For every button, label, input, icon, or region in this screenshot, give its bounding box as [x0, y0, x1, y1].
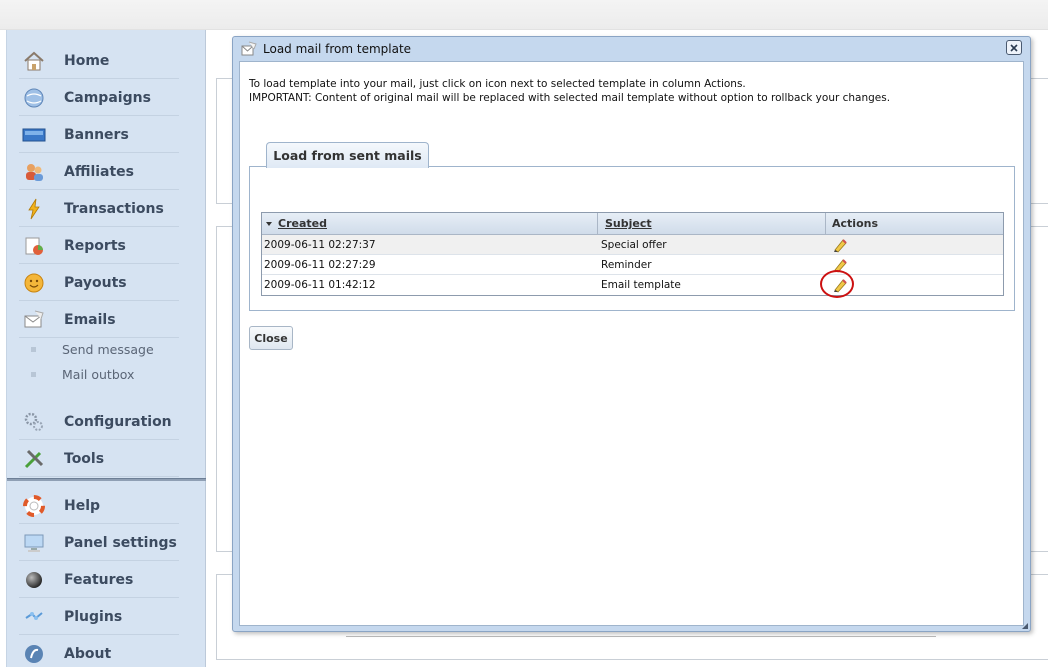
sidebar-item-reports[interactable]: Reports	[19, 228, 179, 264]
sidebar-item-campaigns[interactable]: Campaigns	[19, 80, 179, 116]
sidebar-item-label: Features	[64, 571, 134, 588]
tab-load-from-sent-mails[interactable]: Load from sent mails	[266, 142, 429, 168]
column-header-created[interactable]: Created	[262, 213, 598, 234]
column-header-subject[interactable]: Subject	[598, 213, 826, 234]
load-template-dialog: Load mail from template To load template…	[232, 36, 1031, 632]
cell-subject: Email template	[601, 279, 681, 291]
sidebar-item-configuration[interactable]: Configuration	[19, 404, 179, 440]
column-header-actions: Actions	[832, 217, 878, 230]
reports-icon	[22, 234, 46, 258]
sort-desc-icon	[266, 221, 272, 226]
bullet-icon	[31, 371, 36, 377]
sidebar-item-label: Help	[64, 497, 101, 514]
resize-grip-icon[interactable]	[1022, 623, 1028, 629]
globe-icon	[22, 86, 46, 110]
sidebar: Home Campaigns Banners Affiliates Transa…	[6, 30, 206, 667]
sidebar-item-panel-settings[interactable]: Panel settings	[19, 525, 179, 561]
sidebar-separator	[7, 478, 206, 481]
sidebar-item-label: Reports	[64, 237, 126, 254]
sidebar-item-plugins[interactable]: Plugins	[19, 599, 179, 635]
cell-subject: Reminder	[601, 259, 652, 271]
dialog-close-button[interactable]	[1006, 40, 1022, 55]
dialog-header: Load mail from template	[233, 37, 1030, 60]
edit-template-icon[interactable]	[832, 237, 848, 253]
tab-panel: Created Subject Actions 2009-06-11 02:27…	[249, 166, 1015, 311]
about-icon	[22, 642, 46, 666]
sidebar-item-label: Plugins	[64, 608, 123, 625]
bullet-icon	[31, 346, 36, 352]
banner-icon	[22, 123, 46, 147]
background-divider	[346, 636, 936, 637]
plugin-icon	[22, 605, 46, 629]
cell-created: 2009-06-11 02:27:29	[264, 259, 376, 271]
cell-created: 2009-06-11 01:42:12	[264, 279, 376, 291]
lightning-icon	[22, 197, 46, 221]
sidebar-item-label: Home	[64, 52, 110, 69]
sidebar-item-label: About	[64, 646, 112, 662]
envelope-icon	[22, 308, 46, 332]
dialog-title: Load mail from template	[263, 41, 412, 56]
sidebar-item-home[interactable]: Home	[19, 43, 179, 79]
coin-icon	[22, 271, 46, 295]
dialog-body: To load template into your mail, just cl…	[239, 61, 1024, 626]
sidebar-item-label: Campaigns	[64, 89, 151, 106]
monitor-icon	[22, 531, 46, 555]
lifebuoy-icon	[22, 494, 46, 518]
important-text: IMPORTANT: Content of original mail will…	[249, 92, 891, 104]
top-bar	[0, 0, 1048, 30]
sidebar-item-payouts[interactable]: Payouts	[19, 265, 179, 301]
sidebar-item-label: Transactions	[64, 200, 164, 217]
sphere-icon	[22, 568, 46, 592]
sidebar-item-transactions[interactable]: Transactions	[19, 191, 179, 227]
table-row: 2009-06-11 01:42:12 Email template	[262, 270, 1003, 298]
cell-subject: Special offer	[601, 239, 667, 251]
sidebar-subitem-label: Send message	[62, 341, 154, 357]
sidebar-item-label: Configuration	[64, 413, 172, 430]
gears-icon	[22, 410, 46, 434]
sidebar-item-affiliates[interactable]: Affiliates	[19, 154, 179, 190]
sidebar-item-label: Emails	[64, 311, 116, 328]
sidebar-subitem-mail-outbox[interactable]: Mail outbox	[31, 363, 134, 385]
sidebar-subitem-send-message[interactable]: Send message	[31, 338, 154, 360]
users-icon	[22, 160, 46, 184]
grid-header: Created Subject Actions	[262, 213, 1003, 235]
sidebar-item-banners[interactable]: Banners	[19, 117, 179, 153]
sidebar-item-label: Tools	[64, 450, 105, 467]
table-row: 2009-06-11 02:27:37 Special offer	[262, 235, 1003, 255]
sidebar-subitem-label: Mail outbox	[62, 366, 135, 382]
envelope-icon	[241, 41, 257, 57]
sidebar-item-emails[interactable]: Emails	[19, 302, 179, 338]
table-row: 2009-06-11 02:27:29 Reminder	[262, 255, 1003, 275]
sidebar-item-label: Affiliates	[64, 163, 135, 180]
sidebar-item-features[interactable]: Features	[19, 562, 179, 598]
close-icon	[1010, 43, 1018, 52]
templates-grid: Created Subject Actions 2009-06-11 02:27…	[261, 212, 1004, 298]
info-text: To load template into your mail, just cl…	[249, 78, 746, 90]
sidebar-item-help[interactable]: Help	[19, 488, 179, 524]
sidebar-item-label: Banners	[64, 126, 129, 143]
sidebar-item-label: Payouts	[64, 274, 127, 291]
cell-created: 2009-06-11 02:27:37	[264, 239, 376, 251]
sidebar-item-tools[interactable]: Tools	[19, 441, 179, 477]
tools-icon	[22, 447, 46, 471]
sidebar-item-about[interactable]: About	[19, 636, 179, 667]
home-icon	[22, 49, 46, 73]
highlight-circle	[820, 270, 854, 298]
cell-actions	[832, 235, 848, 255]
sidebar-item-label: Panel settings	[64, 534, 177, 551]
close-button[interactable]: Close	[249, 326, 293, 350]
